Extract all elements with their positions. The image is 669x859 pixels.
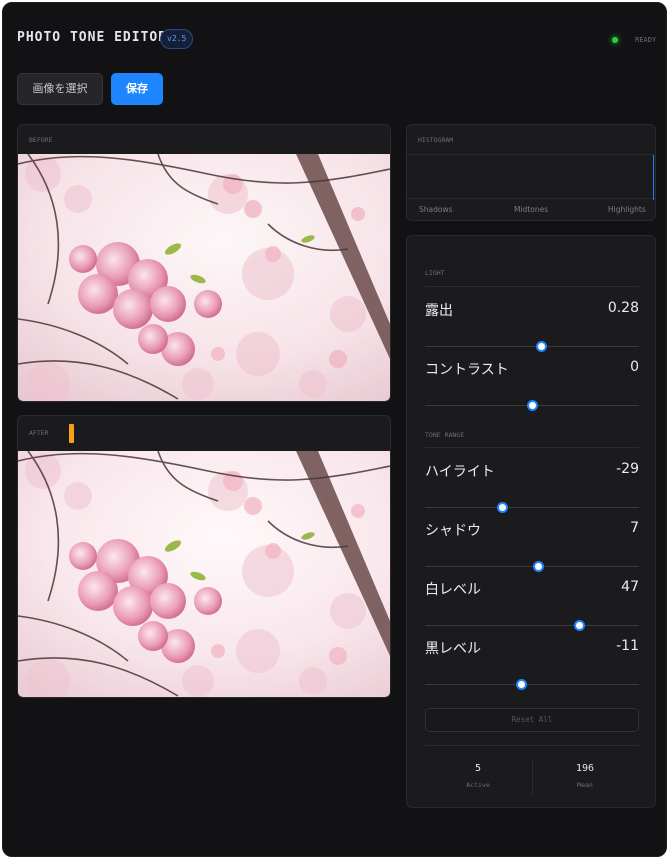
active-count: 5 xyxy=(474,763,482,774)
whites-label: 白レベル xyxy=(425,582,481,598)
shadows-slider-thumb[interactable] xyxy=(533,561,545,572)
after-label: AFTER xyxy=(29,429,49,437)
version-badge: v2.5 xyxy=(160,29,194,49)
active-label: Active xyxy=(466,781,490,789)
exposure-slider[interactable] xyxy=(425,341,639,352)
before-image xyxy=(18,154,390,401)
histogram-shadows-label: Shadows xyxy=(419,205,453,214)
shadows-label: シャドウ xyxy=(425,523,481,539)
after-indicator-marker xyxy=(69,424,74,443)
histogram-line xyxy=(653,155,654,200)
after-panel: AFTER xyxy=(17,415,391,698)
app-title: PHOTO TONE EDITOR xyxy=(17,30,168,45)
controls-panel: LIGHT 露出 0.28 コントラスト 0 TONE RANGE ハイライト … xyxy=(406,235,656,808)
before-panel: BEFORE xyxy=(17,124,391,402)
save-button[interactable]: 保存 xyxy=(111,73,163,105)
histogram-midtones-label: Midtones xyxy=(514,205,549,214)
status-indicator-icon xyxy=(612,37,618,43)
blacks-slider-thumb[interactable] xyxy=(516,679,528,690)
blacks-label: 黒レベル xyxy=(425,641,481,657)
shadows-value: 7 xyxy=(630,520,639,536)
reset-all-button[interactable]: Reset All xyxy=(425,708,639,732)
contrast-slider-thumb[interactable] xyxy=(527,400,538,411)
divider xyxy=(425,286,639,287)
section-label-light: LIGHT xyxy=(425,269,445,277)
section-label-tone-range: TONE RANGE xyxy=(425,431,465,439)
histogram-label: HISTOGRAM xyxy=(418,136,454,144)
highlights-slider[interactable] xyxy=(425,502,639,513)
contrast-slider[interactable] xyxy=(425,400,639,411)
after-image xyxy=(18,451,390,697)
exposure-value: 0.28 xyxy=(607,300,639,316)
whites-slider-thumb[interactable] xyxy=(574,620,586,631)
contrast-value: 0 xyxy=(630,359,639,375)
shadows-slider[interactable] xyxy=(425,561,639,572)
app-window: PHOTO TONE EDITOR v2.5 READY 画像を選択 保存 BE… xyxy=(2,2,667,857)
mean-value: 196 xyxy=(575,763,595,774)
status-text: READY xyxy=(635,36,657,44)
highlights-value: -29 xyxy=(616,461,639,477)
histogram-highlights-label: Highlights xyxy=(608,205,646,214)
select-image-button[interactable]: 画像を選択 xyxy=(17,73,103,105)
contrast-label: コントラスト xyxy=(425,362,509,378)
stat-separator xyxy=(532,760,533,794)
blacks-slider[interactable] xyxy=(425,679,639,690)
whites-slider[interactable] xyxy=(425,620,639,631)
histogram-chart xyxy=(407,154,655,200)
exposure-label: 露出 xyxy=(425,303,453,319)
divider xyxy=(425,447,639,448)
exposure-slider-thumb[interactable] xyxy=(535,341,547,352)
whites-value: 47 xyxy=(621,579,639,595)
before-label: BEFORE xyxy=(29,136,53,144)
histogram-panel: HISTOGRAM Shadows Midtones Highlights xyxy=(406,124,656,221)
blacks-value: -11 xyxy=(616,638,639,654)
mean-label: Mean xyxy=(577,781,593,789)
divider xyxy=(425,745,639,746)
highlights-label: ハイライト xyxy=(425,464,495,480)
highlights-slider-thumb[interactable] xyxy=(497,502,509,513)
